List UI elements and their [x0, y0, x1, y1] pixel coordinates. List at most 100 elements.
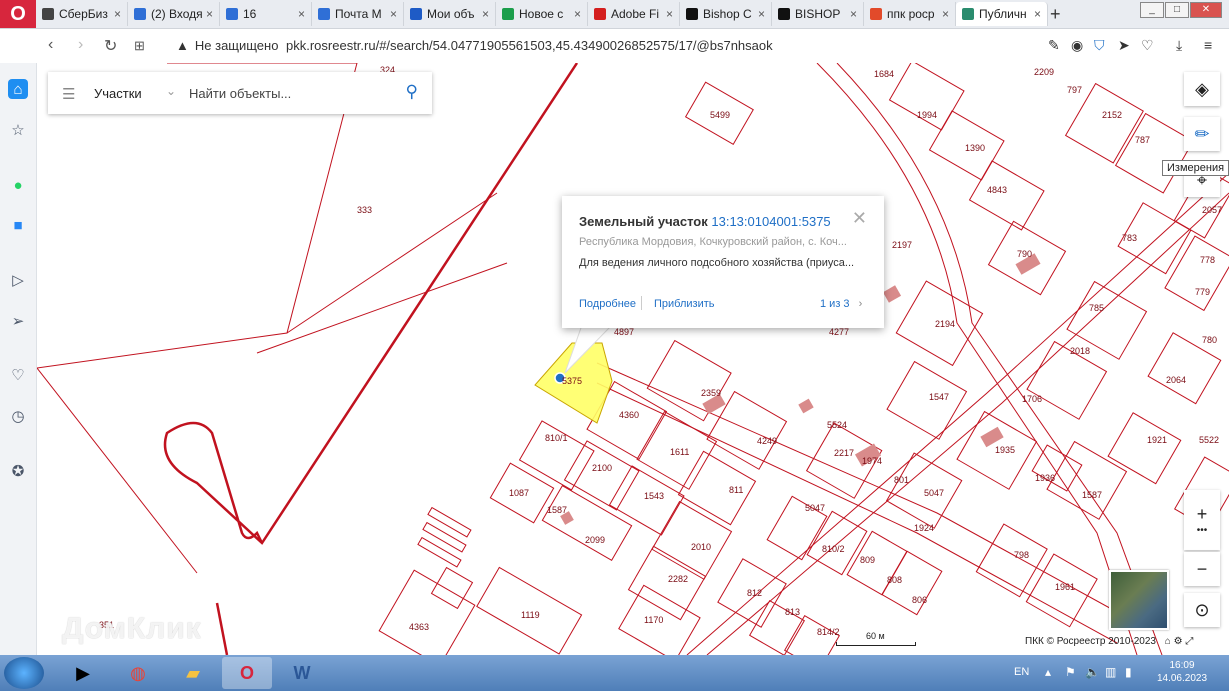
- heart-icon[interactable]: ♡: [1141, 37, 1154, 54]
- home-icon[interactable]: ⌂: [8, 79, 28, 99]
- parcel-number-label: 801: [894, 475, 909, 485]
- chrome-icon[interactable]: ◍: [113, 657, 163, 689]
- shield-icon[interactable]: ⛉: [1094, 37, 1105, 54]
- forward-button[interactable]: ›: [78, 36, 83, 54]
- browser-tab[interactable]: СберБиз ×: [36, 2, 128, 26]
- player-icon[interactable]: ▷: [8, 270, 28, 290]
- ruler-icon[interactable]: ✏: [1184, 117, 1220, 151]
- lightbulb-icon[interactable]: ✪: [8, 461, 28, 481]
- expand-icon[interactable]: ⤢: [1185, 636, 1193, 647]
- share-icon[interactable]: ⚙: [1174, 636, 1183, 647]
- browser-tab[interactable]: Новое с ×: [496, 2, 588, 26]
- browser-tab[interactable]: ппк роср ×: [864, 2, 956, 26]
- parcel-number-label: 5047: [924, 488, 944, 498]
- vk-icon[interactable]: ■: [8, 215, 28, 235]
- history-icon[interactable]: ◷: [8, 406, 28, 426]
- chevron-down-icon[interactable]: ⌄: [166, 84, 176, 98]
- whatsapp-icon[interactable]: ●: [8, 175, 28, 195]
- volume-icon[interactable]: 🔈: [1085, 665, 1100, 679]
- zoom-in-button[interactable]: +: [1197, 504, 1208, 525]
- reload-icon[interactable]: ↻: [104, 36, 117, 56]
- word-icon[interactable]: W: [277, 657, 327, 689]
- tab-close-icon[interactable]: ×: [666, 7, 673, 21]
- parcel-number-label: 2209: [1034, 67, 1054, 77]
- star-icon[interactable]: ☆: [8, 120, 28, 140]
- tray-up-icon[interactable]: ▴: [1045, 665, 1051, 679]
- address-bar: ‹ › ↻ ⊞ ▲ Не защищено pkk.rosreestr.ru/#/…: [36, 29, 1229, 64]
- parcel-number-label: 2197: [892, 240, 912, 250]
- browser-tab[interactable]: Bishop C ×: [680, 2, 772, 26]
- browser-tab[interactable]: BISHOP ×: [772, 2, 864, 26]
- edit-icon[interactable]: ✎: [1048, 37, 1060, 54]
- search-mode-select[interactable]: Участки: [94, 86, 142, 101]
- parcel-number-label: 4363: [409, 622, 429, 632]
- tab-close-icon[interactable]: ×: [114, 7, 121, 21]
- windows-start-icon[interactable]: [4, 657, 44, 689]
- clock[interactable]: 16:09 14.06.2023: [1152, 659, 1212, 685]
- media-player-icon[interactable]: ▶: [58, 657, 108, 689]
- close-icon[interactable]: ✕: [852, 208, 867, 229]
- zoom-to-link[interactable]: Приблизить: [654, 298, 715, 310]
- search-icon[interactable]: ⚲: [406, 82, 418, 102]
- cadastral-map[interactable]: 324 333 351 5499 1684 1994 2209 797 2152 787 1390 4…: [37, 63, 1229, 655]
- url-field[interactable]: pkk.rosreestr.ru/#/search/54.04771905561…: [286, 38, 773, 53]
- parcel-number-label: 780: [1202, 335, 1217, 345]
- tab-close-icon[interactable]: ×: [1034, 7, 1041, 21]
- tab-close-icon[interactable]: ×: [758, 7, 765, 21]
- browser-tab[interactable]: Публичн ×: [956, 2, 1048, 26]
- tab-close-icon[interactable]: ×: [390, 7, 397, 21]
- search-input[interactable]: Найти объекты...: [189, 86, 291, 101]
- more-button[interactable]: •••: [1197, 525, 1208, 536]
- parcel-number-label: 1587: [547, 505, 567, 515]
- heart-icon[interactable]: ♡: [8, 365, 28, 385]
- not-secure-label[interactable]: ▲ Не защищено: [176, 38, 278, 53]
- browser-tab[interactable]: 16 ×: [220, 2, 312, 26]
- tab-close-icon[interactable]: ×: [298, 7, 305, 21]
- tab-close-icon[interactable]: ×: [942, 7, 949, 21]
- parcel-number-label: 1547: [929, 392, 949, 402]
- parcel-number-label: 2282: [668, 574, 688, 584]
- tab-close-icon[interactable]: ×: [206, 7, 213, 21]
- keyboard-language[interactable]: EN: [1014, 666, 1029, 678]
- camera-icon[interactable]: ◉: [1071, 37, 1083, 54]
- tab-label: BISHOP: [795, 7, 841, 21]
- send-icon[interactable]: ➢: [8, 311, 28, 331]
- send-icon[interactable]: ➤: [1118, 37, 1130, 54]
- opera-logo-icon[interactable]: O: [0, 0, 36, 28]
- zoom-out-button[interactable]: −: [1184, 552, 1220, 586]
- tabs-grid-icon[interactable]: ⊞: [134, 38, 145, 54]
- minimize-window-button[interactable]: _: [1140, 2, 1164, 18]
- opera-icon[interactable]: O: [222, 657, 272, 689]
- tab-close-icon[interactable]: ×: [850, 7, 857, 21]
- chevron-right-icon[interactable]: ›: [859, 298, 863, 310]
- browser-tab[interactable]: Почта М ×: [312, 2, 404, 26]
- layers-icon[interactable]: ◈: [1184, 72, 1220, 106]
- network-icon[interactable]: ▥: [1105, 665, 1116, 679]
- tab-close-icon[interactable]: ×: [574, 7, 581, 21]
- browser-tab[interactable]: Мои объ ×: [404, 2, 496, 26]
- menu-icon[interactable]: ≡: [1204, 37, 1212, 53]
- cadastral-number-link[interactable]: 13:13:0104001:5375: [711, 214, 830, 229]
- more-details-link[interactable]: Подробнее: [579, 298, 636, 310]
- tab-close-icon[interactable]: ×: [482, 7, 489, 21]
- new-tab-button[interactable]: +: [1050, 4, 1061, 25]
- battery-icon[interactable]: ▮: [1125, 665, 1132, 679]
- flag-icon[interactable]: ⚑: [1065, 665, 1076, 679]
- close-window-button[interactable]: ✕: [1190, 2, 1222, 18]
- browser-tab[interactable]: Adobe Fi ×: [588, 2, 680, 26]
- parcel-outline: [518, 420, 595, 491]
- parcel-number-label: 2194: [935, 319, 955, 329]
- parcel-layer[interactable]: 3243333515499168419942209797215278713904…: [37, 63, 1229, 655]
- minimap[interactable]: [1109, 570, 1169, 630]
- browser-tab[interactable]: (2) Входя ×: [128, 2, 220, 26]
- parcel-outline: [1026, 340, 1108, 420]
- back-button[interactable]: ‹: [48, 36, 53, 54]
- hamburger-menu-icon[interactable]: ☰: [62, 85, 75, 103]
- compass-icon[interactable]: ⊙: [1184, 593, 1220, 627]
- maximize-window-button[interactable]: □: [1165, 2, 1189, 18]
- home-icon[interactable]: ⌂: [1165, 636, 1171, 647]
- folder-icon[interactable]: ▰: [168, 657, 218, 689]
- download-icon[interactable]: ⤓: [1176, 37, 1182, 54]
- pager[interactable]: 1 из 3 ›: [820, 298, 862, 310]
- parcel-number-label: 811: [729, 485, 743, 495]
